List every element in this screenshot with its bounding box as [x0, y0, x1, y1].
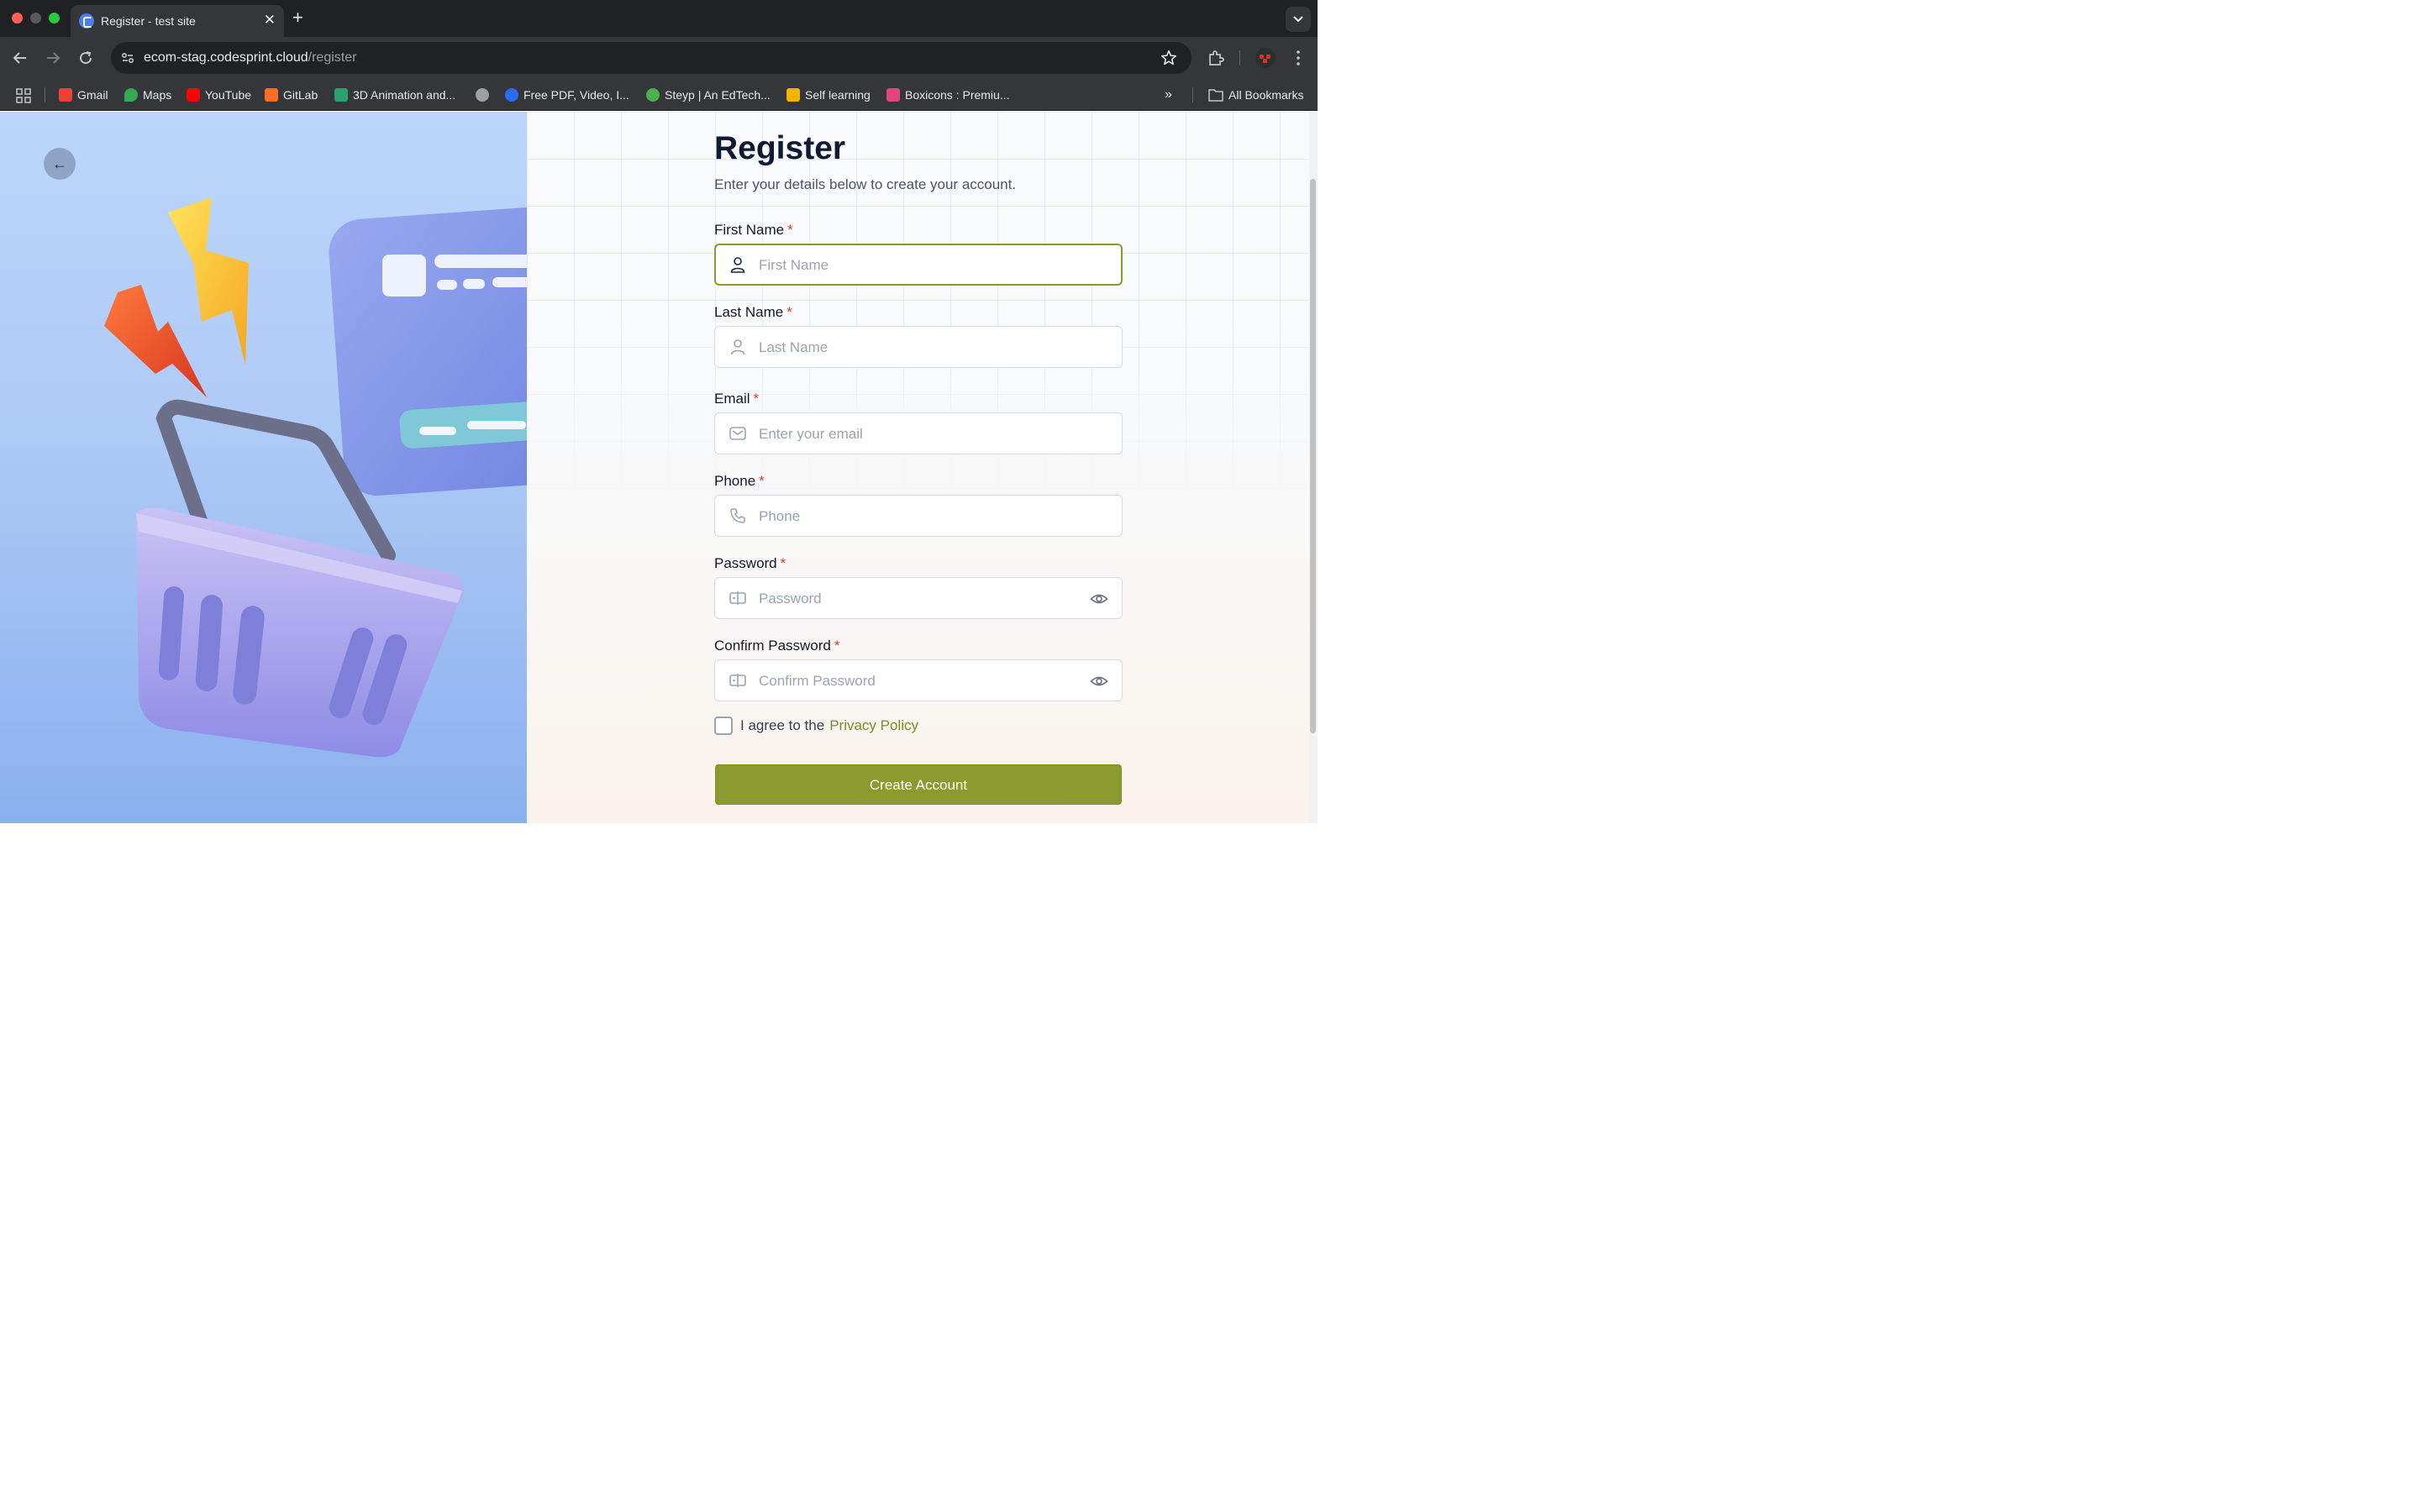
required-asterisk: *: [786, 304, 792, 320]
phone-placeholder: Phone: [759, 508, 801, 524]
envelope-icon: [729, 427, 746, 440]
confirm-password-field[interactable]: Confirm Password: [714, 659, 1123, 701]
credit-card-graphic: [329, 206, 527, 496]
email-placeholder: Enter your email: [759, 426, 863, 442]
site-favicon-icon: [79, 13, 94, 29]
email-label: Email *: [714, 391, 760, 407]
youtube-icon: [187, 88, 200, 102]
maps-icon: [124, 88, 138, 102]
privacy-policy-link[interactable]: Privacy Policy: [829, 717, 918, 733]
animation-icon: [334, 88, 348, 102]
globe-icon: [476, 88, 489, 102]
bookmarks-divider-right: [1192, 87, 1193, 102]
basket-graphic: [136, 507, 464, 758]
bookmark-maps[interactable]: Maps: [124, 87, 171, 102]
password-label: Password *: [714, 555, 786, 571]
new-tab-button[interactable]: +: [292, 8, 303, 28]
bookmark-steyp[interactable]: Steyp | An EdTech...: [646, 87, 771, 102]
bookmark-star-icon[interactable]: [1160, 49, 1178, 67]
eye-icon[interactable]: [1090, 590, 1108, 608]
extensions-puzzle-icon[interactable]: [1206, 48, 1226, 68]
phone-label: Phone *: [714, 473, 765, 489]
pdf-tool-icon: [505, 88, 518, 102]
close-tab-icon[interactable]: ✕: [264, 12, 276, 29]
last-name-field[interactable]: Last Name: [714, 326, 1123, 368]
user-icon: [730, 339, 745, 355]
page-scrollbar-thumb[interactable]: [1310, 179, 1316, 733]
bookmark-boxicons[interactable]: Boxicons : Premiu...: [886, 87, 1010, 102]
boxicons-icon: [886, 88, 900, 102]
arrow-left-icon: ←: [52, 155, 67, 172]
tab-search-button[interactable]: [1286, 7, 1311, 32]
password-placeholder: Password: [759, 591, 822, 606]
folder-icon: [1208, 89, 1223, 102]
privacy-agree-checkbox[interactable]: [714, 717, 733, 735]
privacy-agree-text: I agree to the Privacy Policy: [740, 717, 918, 733]
required-asterisk: *: [753, 391, 760, 407]
url-text: ecom-stag.codesprint.cloud/register: [144, 50, 357, 65]
self-learning-icon: [786, 88, 800, 102]
bookmark-youtube[interactable]: YouTube: [187, 87, 251, 102]
first-name-placeholder: First Name: [759, 257, 829, 273]
required-asterisk: *: [780, 555, 786, 571]
confirm-password-label: Confirm Password *: [714, 638, 840, 654]
required-asterisk: *: [759, 473, 765, 489]
eye-icon[interactable]: [1090, 672, 1108, 690]
required-asterisk: *: [834, 638, 840, 654]
email-field[interactable]: Enter your email: [714, 412, 1123, 454]
profile-avatar[interactable]: [1255, 48, 1276, 68]
more-bookmarks-chevron-icon[interactable]: »: [1165, 87, 1172, 102]
bookmark-gitlab[interactable]: GitLab: [265, 87, 318, 102]
browser-toolbar: ecom-stag.codesprint.cloud/register: [0, 37, 1318, 79]
toolbar-divider: [1239, 50, 1240, 66]
active-tab[interactable]: Register - test site ✕: [71, 5, 284, 37]
hero-illustration: ←: [0, 112, 527, 823]
first-name-field[interactable]: First Name: [714, 244, 1123, 286]
maximize-window-button[interactable]: [49, 13, 60, 24]
form-panel: [527, 112, 1318, 823]
bookmark-self-learning[interactable]: Self learning: [786, 87, 871, 102]
create-account-button[interactable]: Create Account: [715, 764, 1122, 805]
site-settings-icon[interactable]: [118, 48, 138, 68]
shopping-illustration: [104, 197, 527, 758]
first-name-label: First Name *: [714, 222, 793, 238]
yellow-lightning-graphic: [168, 197, 249, 365]
address-bar[interactable]: ecom-stag.codesprint.cloud/register: [111, 42, 1192, 74]
page-subtitle: Enter your details below to create your …: [714, 176, 1017, 192]
phone-icon: [730, 508, 745, 523]
more-menu-icon[interactable]: [1288, 48, 1308, 68]
chevron-down-icon: [1293, 16, 1303, 23]
forward-arrow-icon[interactable]: [43, 48, 63, 68]
gitlab-icon: [265, 88, 278, 102]
page-title: Register: [714, 130, 846, 166]
last-name-label: Last Name *: [714, 304, 792, 320]
gmail-icon: [59, 88, 72, 102]
last-name-placeholder: Last Name: [759, 339, 829, 355]
bookmarks-bar: Gmail Maps YouTube GitLab 3D Animation a…: [0, 79, 1318, 111]
bookmark-3d-animation[interactable]: 3D Animation and...: [334, 87, 455, 102]
confirm-password-placeholder: Confirm Password: [759, 673, 876, 689]
bookmark-globe[interactable]: [476, 87, 494, 102]
password-key-icon: [729, 591, 746, 605]
steyp-icon: [646, 88, 660, 102]
close-window-button[interactable]: [12, 13, 23, 24]
bookmark-free-pdf[interactable]: Free PDF, Video, I...: [505, 87, 629, 102]
reload-icon[interactable]: [76, 48, 96, 68]
tab-title: Register - test site: [101, 14, 196, 28]
red-lightning-graphic: [104, 285, 207, 397]
all-bookmarks-folder[interactable]: All Bookmarks: [1208, 87, 1303, 102]
apps-grid-icon[interactable]: [16, 88, 31, 103]
required-asterisk: *: [787, 222, 793, 238]
tab-bar: Register - test site ✕ +: [0, 0, 1318, 37]
user-icon: [730, 257, 745, 273]
back-button[interactable]: ←: [44, 148, 76, 180]
password-key-icon: [729, 674, 746, 687]
page-content: ← Register Enter your details below to c…: [0, 112, 1318, 823]
password-field[interactable]: Password: [714, 577, 1123, 619]
back-arrow-icon[interactable]: [10, 48, 30, 68]
bookmark-gmail[interactable]: Gmail: [59, 87, 108, 102]
minimize-window-button[interactable]: [30, 13, 41, 24]
phone-field[interactable]: Phone: [714, 495, 1123, 537]
